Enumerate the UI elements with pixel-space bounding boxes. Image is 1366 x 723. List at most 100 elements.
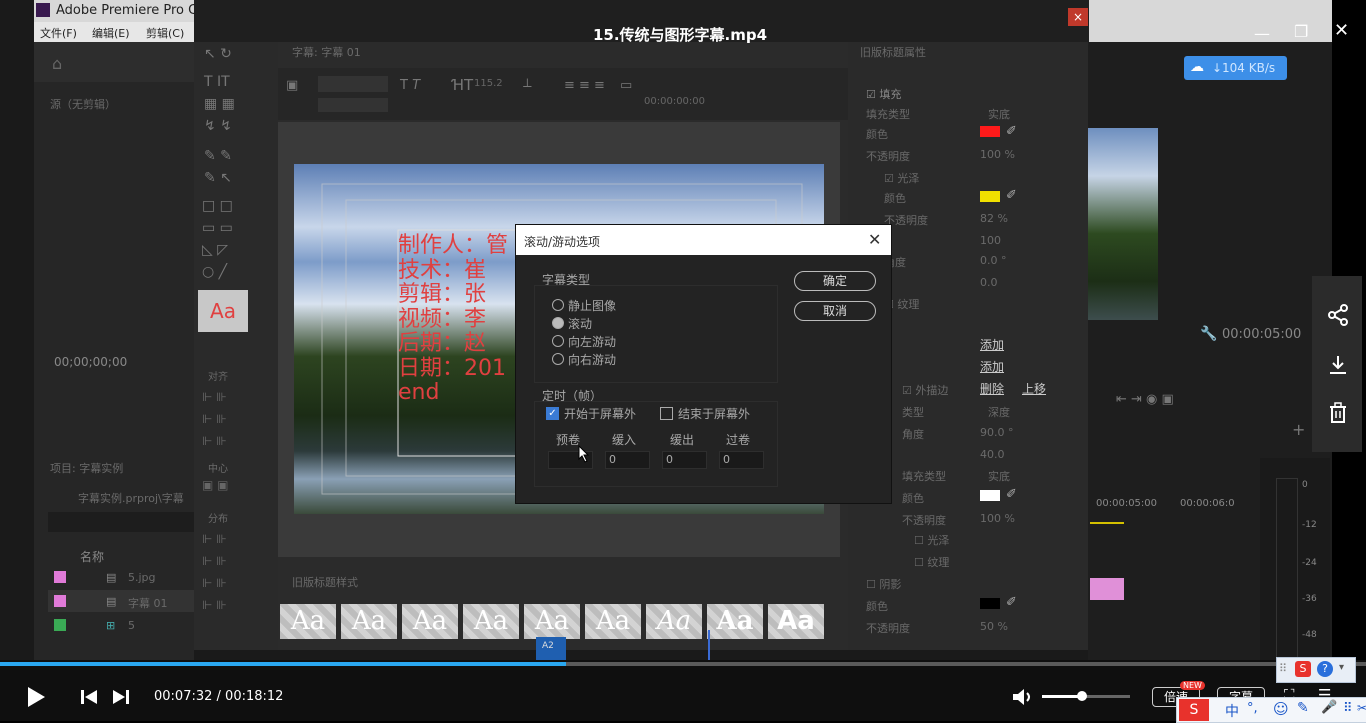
restore-icon[interactable]: ❐ [1294,22,1308,41]
timeline-clip[interactable] [1090,578,1124,600]
ime-handwrite-icon[interactable]: ✎ [1297,700,1309,716]
add-outer-stroke-link[interactable]: 添加 [980,358,1004,375]
ease-out-input[interactable]: 0 [662,451,707,469]
selection-tool-icon[interactable]: ↖ ↻ [204,46,232,62]
add-button-icon[interactable]: + [1292,420,1305,439]
shadow-opacity-value[interactable]: 50 % [980,620,1008,633]
properties-panel-tab[interactable]: 旧版标题属性 [860,44,926,60]
font-style-select[interactable] [318,98,388,112]
styles-panel-tab[interactable]: 旧版标题样式 [292,574,358,590]
sogou-input-icon[interactable]: S [1179,699,1209,721]
move-up-stroke-link[interactable]: 上移 [1022,380,1046,397]
postroll-input[interactable]: 0 [719,451,764,469]
area-type-tool-icon[interactable]: ▦ ▦ [204,96,235,112]
fill-opacity-value[interactable]: 100 % [980,148,1015,161]
delete-stroke-link[interactable]: 删除 [980,380,1004,397]
source-panel-tab[interactable]: 源（无剪辑） [50,96,116,112]
eyedropper-icon[interactable]: ✐ [1006,188,1017,203]
style-swatch[interactable]: Aa [463,604,519,639]
align-icons[interactable]: ⊩ ⊪ ⊩ ⊪ ⊩ ⊪ [202,386,227,452]
stroke-type-value[interactable]: 深度 [988,404,1010,420]
close-icon[interactable]: ✕ [868,230,881,249]
credits-text[interactable]: 制作人：管 技术：崔 剪辑：张 视频：李 后期：赵 日期：201 end [398,233,508,406]
volume-knob[interactable] [1077,691,1087,701]
style-swatch[interactable]: Aa [402,604,458,639]
sheen-checkbox-label[interactable]: ☑ 光泽 [884,170,919,186]
eyedropper-icon[interactable]: ✐ [1006,595,1017,610]
minimize-icon[interactable]: — [1254,24,1270,43]
eyedropper-icon[interactable]: ✐ [1006,487,1017,502]
style-swatch[interactable]: Aa [768,604,824,639]
home-icon[interactable]: ⌂ [52,54,62,73]
sheen-size-value[interactable]: 100 [980,234,1001,247]
stroke-fill-type-value[interactable]: 实底 [988,468,1010,484]
sheen-color-swatch[interactable] [980,191,1000,202]
pen-tool-icon[interactable]: ✎ ✎ [204,148,232,164]
type-tool-icon[interactable]: T IT [204,74,230,90]
rounded-rect-tool-icon[interactable]: ▭ ▭ [202,220,233,236]
cancel-button[interactable]: 取消 [794,301,876,321]
shadow-checkbox-label[interactable]: ☐ 阴影 [866,576,901,592]
ime-voice-icon[interactable]: 🎤 [1321,700,1337,715]
project-panel-tab[interactable]: 项目: 字幕实例 [50,460,123,476]
transport-icons[interactable]: ⇤ ⇥ ◉ ▣ [1116,392,1174,407]
stroke-opacity-value[interactable]: 100 % [980,512,1015,525]
new-title-icon[interactable]: ▣ [286,78,298,93]
style-swatch[interactable]: Aa [280,604,336,639]
ime-toolbox-icon[interactable]: ⠿ [1343,701,1353,716]
style-swatch[interactable]: Aa [707,604,763,639]
style-swatch[interactable]: Aa [646,604,702,639]
download-speed-badge[interactable]: ☁ ↓ 104 KB/s [1184,56,1287,80]
add-inner-stroke-link[interactable]: 添加 [980,336,1004,353]
eyedropper-icon[interactable]: ✐ [1006,124,1017,139]
dropdown-icon[interactable]: ▾ [1339,662,1344,673]
sheen-angle-value[interactable]: 0.0 ° [980,254,1007,267]
next-icon[interactable] [112,689,130,705]
style-swatch[interactable]: Aa [585,604,641,639]
ease-in-input[interactable]: 0 [605,451,650,469]
kerning-icon[interactable]: ⟂ [523,76,532,91]
ime-emoji-icon[interactable]: ☺ [1273,700,1289,718]
font-size-value[interactable]: 115.2 [474,78,503,89]
ime-punctuation-icon[interactable]: °, [1247,701,1258,716]
sheen-opacity-value[interactable]: 82 % [980,212,1008,225]
stroke-angle-value[interactable]: 90.0 ° [980,426,1014,439]
video-frame[interactable]: ⌂ 源（无剪辑） 00;00;00;00 项目: 字幕实例 字幕实例.prpro… [0,0,1332,660]
stroke-color-swatch[interactable] [980,490,1000,501]
previous-icon[interactable] [80,689,98,705]
ime-chinese-mode[interactable]: 中 [1225,701,1239,721]
stroke-size-value[interactable]: 40.0 [980,448,1005,461]
sogou-logo-icon[interactable]: S [1295,661,1311,677]
ellipse-tool-icon[interactable]: ○ ╱ [202,264,227,280]
ime-screenshot-icon[interactable]: ✂ [1357,701,1366,715]
tab-stops-icon[interactable]: ▭ [620,78,632,93]
stroke-sheen-checkbox-label[interactable]: ☐ 光泽 [914,532,949,548]
stroke-texture-checkbox-label[interactable]: ☐ 纹理 [914,554,949,570]
play-icon[interactable] [26,686,46,708]
anchor-tool-icon[interactable]: ✎ ↖ [204,170,232,186]
fill-type-value[interactable]: 实底 [988,106,1010,122]
fill-checkbox-label[interactable]: ☑ 填充 [866,86,901,102]
menu-clip[interactable]: 剪辑(C) [146,25,184,41]
help-icon[interactable]: ? [1317,661,1333,677]
distribute-icons[interactable]: ⊩ ⊪ ⊩ ⊪ ⊩ ⊪ ⊩ ⊪ [202,528,227,616]
rectangle-tool-icon[interactable]: □ □ [202,198,233,214]
style-swatch[interactable]: Aa [524,604,580,639]
project-item[interactable]: ▤ 5.jpg [48,566,194,588]
volume-icon[interactable] [1012,688,1034,706]
trash-icon[interactable] [1327,402,1349,424]
wedge-tool-icon[interactable]: ◺ ◸ [202,242,228,258]
style-swatch[interactable]: Aa [341,604,397,639]
fill-color-swatch[interactable] [980,126,1000,137]
center-icons[interactable]: ▣ ▣ [202,478,229,492]
font-family-select[interactable] [318,76,388,92]
sheen-offset-value[interactable]: 0.0 [980,276,998,289]
project-search[interactable] [48,512,194,532]
download-icon[interactable] [1327,354,1349,376]
project-item[interactable]: ▤ 字幕 01 [48,590,194,612]
project-item[interactable]: ⊞ 5 [48,614,194,636]
menu-file[interactable]: 文件(F) [40,25,77,41]
close-icon[interactable]: ✕ [1334,20,1349,41]
share-icon[interactable] [1327,304,1349,326]
outer-stroke-checkbox-label[interactable]: ☑ 外描边 [902,382,948,398]
